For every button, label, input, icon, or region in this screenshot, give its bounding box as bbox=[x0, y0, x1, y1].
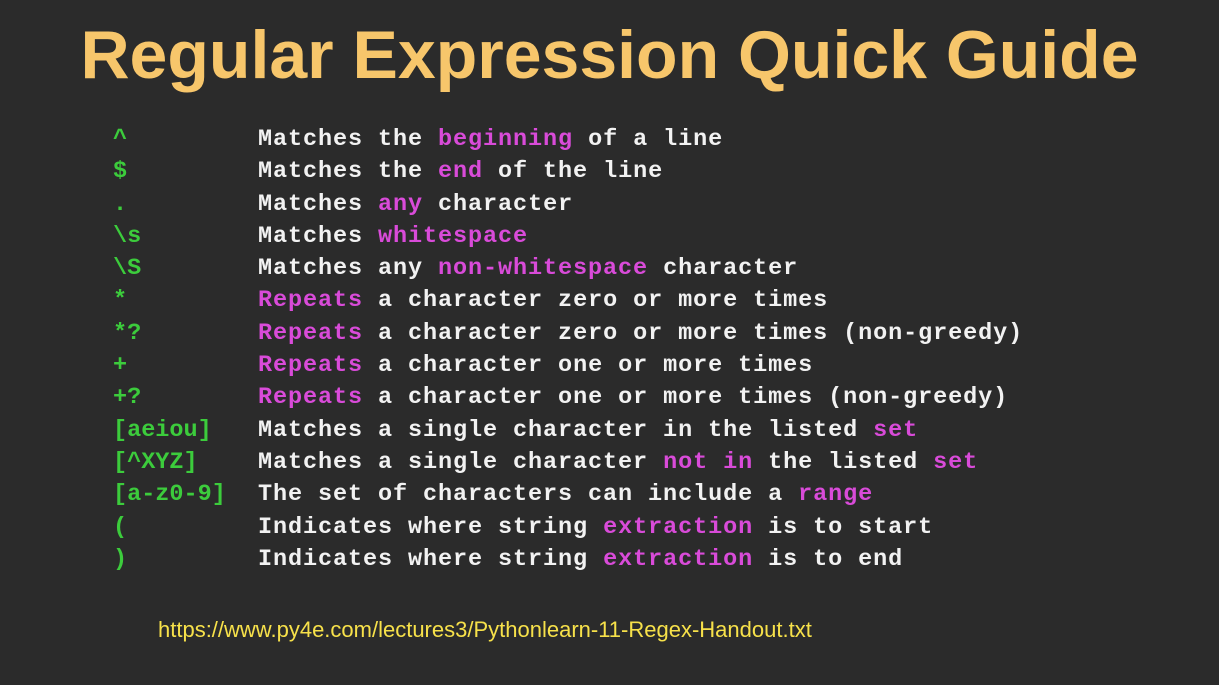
highlighted-keyword: Repeats bbox=[258, 319, 364, 347]
regex-pattern: $ bbox=[113, 158, 128, 186]
highlighted-keyword: whitespace bbox=[378, 222, 529, 250]
description-text: Indicates where string bbox=[258, 513, 604, 541]
regex-pattern: ) bbox=[113, 545, 128, 573]
description-text: Matches a single character bbox=[258, 448, 664, 476]
regex-pattern: . bbox=[113, 190, 128, 218]
regex-description: Matches any character bbox=[258, 189, 573, 221]
regex-description: Repeats a character one or more times bbox=[258, 350, 813, 382]
slide-title: Regular Expression Quick Guide bbox=[80, 17, 1139, 93]
regex-description: Matches the beginning of a line bbox=[258, 124, 723, 156]
regex-row: [^XYZ] Matches a single character not in … bbox=[113, 447, 1113, 479]
regex-description: Matches whitespace bbox=[258, 221, 528, 253]
regex-row: \s Matches whitespace bbox=[113, 221, 1113, 253]
regex-pattern: [aeiou] bbox=[113, 416, 212, 444]
regex-row: \S Matches any non-whitespace character bbox=[113, 253, 1113, 285]
description-text: The set of characters can include a bbox=[258, 481, 799, 509]
highlighted-keyword: set bbox=[873, 416, 919, 444]
regex-row: [aeiou] Matches a single character in the… bbox=[113, 415, 1113, 447]
description-text: Matches a single character in the listed bbox=[258, 416, 874, 444]
regex-row: ) Indicates where string extraction is to… bbox=[113, 544, 1113, 576]
regex-row: $ Matches the end of the line bbox=[113, 156, 1113, 188]
regex-pattern: \S bbox=[113, 255, 142, 283]
highlighted-keyword: set bbox=[933, 448, 979, 476]
highlighted-keyword: beginning bbox=[438, 126, 574, 153]
regex-row: ( Indicates where string extraction is to… bbox=[113, 512, 1113, 544]
regex-description: Indicates where string extraction is to … bbox=[258, 544, 903, 576]
regex-description: Matches the end of the line bbox=[258, 156, 663, 188]
regex-row: ^ Matches the beginning of a line bbox=[113, 124, 1113, 156]
highlighted-keyword: extraction bbox=[603, 513, 754, 541]
description-text: is to end bbox=[753, 545, 904, 573]
regex-description: Repeats a character zero or more times (… bbox=[258, 318, 1023, 350]
description-text: Indicates where string bbox=[258, 545, 604, 573]
regex-row: *? Repeats a character zero or more times… bbox=[113, 318, 1113, 350]
highlighted-keyword: end bbox=[438, 158, 484, 186]
description-text: is to start bbox=[753, 513, 934, 541]
handout-url: https://www.py4e.com/lectures3/Pythonlea… bbox=[158, 617, 812, 642]
regex-pattern: *? bbox=[113, 319, 142, 347]
regex-row: . Matches any character bbox=[113, 189, 1113, 221]
description-text: a character zero or more times (non-gree… bbox=[363, 319, 1024, 347]
description-text: Matches any bbox=[258, 255, 439, 283]
regex-pattern: ^ bbox=[113, 126, 128, 153]
regex-row: * Repeats a character zero or more times bbox=[113, 285, 1113, 317]
regex-pattern: [^XYZ] bbox=[113, 448, 198, 476]
regex-pattern: + bbox=[113, 352, 128, 380]
regex-description: Repeats a character zero or more times bbox=[258, 285, 828, 317]
description-text: the listed bbox=[753, 448, 934, 476]
highlighted-keyword: extraction bbox=[603, 545, 754, 573]
highlighted-keyword: Repeats bbox=[258, 287, 364, 315]
description-text: Matches the bbox=[258, 158, 439, 186]
regex-description: Matches a single character in the listed… bbox=[258, 415, 918, 447]
regex-pattern: * bbox=[113, 287, 128, 315]
highlighted-keyword: any bbox=[378, 190, 424, 218]
description-text: a character one or more times bbox=[363, 352, 814, 380]
description-text: character bbox=[648, 255, 799, 283]
regex-description: Matches any non-whitespace character bbox=[258, 253, 798, 285]
description-text: character bbox=[423, 190, 574, 218]
highlighted-keyword: not in bbox=[663, 448, 754, 476]
highlighted-keyword: range bbox=[798, 481, 874, 509]
regex-description: The set of characters can include a rang… bbox=[258, 479, 873, 511]
description-text: of the line bbox=[483, 158, 664, 186]
regex-row: [a-z0-9] The set of characters can includ… bbox=[113, 479, 1113, 511]
highlighted-keyword: Repeats bbox=[258, 384, 364, 412]
regex-description: Indicates where string extraction is to … bbox=[258, 512, 933, 544]
regex-row: +? Repeats a character one or more times … bbox=[113, 382, 1113, 414]
slide: Regular Expression Quick Guide ^ Matches … bbox=[0, 0, 1219, 685]
description-text: a character one or more times (non-greed… bbox=[363, 384, 1009, 412]
description-text: Matches bbox=[258, 190, 379, 218]
description-text: a character zero or more times bbox=[363, 287, 829, 315]
highlighted-keyword: non-whitespace bbox=[438, 255, 649, 283]
regex-pattern: [a-z0-9] bbox=[113, 481, 226, 509]
regex-table: ^ Matches the beginning of a line $ Matches… bbox=[113, 124, 1113, 576]
description-text: of a line bbox=[573, 126, 724, 153]
regex-description: Repeats a character one or more times (n… bbox=[258, 382, 1008, 414]
highlighted-keyword: Repeats bbox=[258, 352, 364, 380]
regex-description: Matches a single character not in the li… bbox=[258, 447, 978, 479]
description-text: Matches bbox=[258, 222, 379, 250]
description-text: Matches the bbox=[258, 126, 439, 153]
regex-pattern: +? bbox=[113, 384, 142, 412]
regex-pattern: ( bbox=[113, 513, 128, 541]
regex-row: + Repeats a character one or more times bbox=[113, 350, 1113, 382]
regex-pattern: \s bbox=[113, 222, 142, 250]
